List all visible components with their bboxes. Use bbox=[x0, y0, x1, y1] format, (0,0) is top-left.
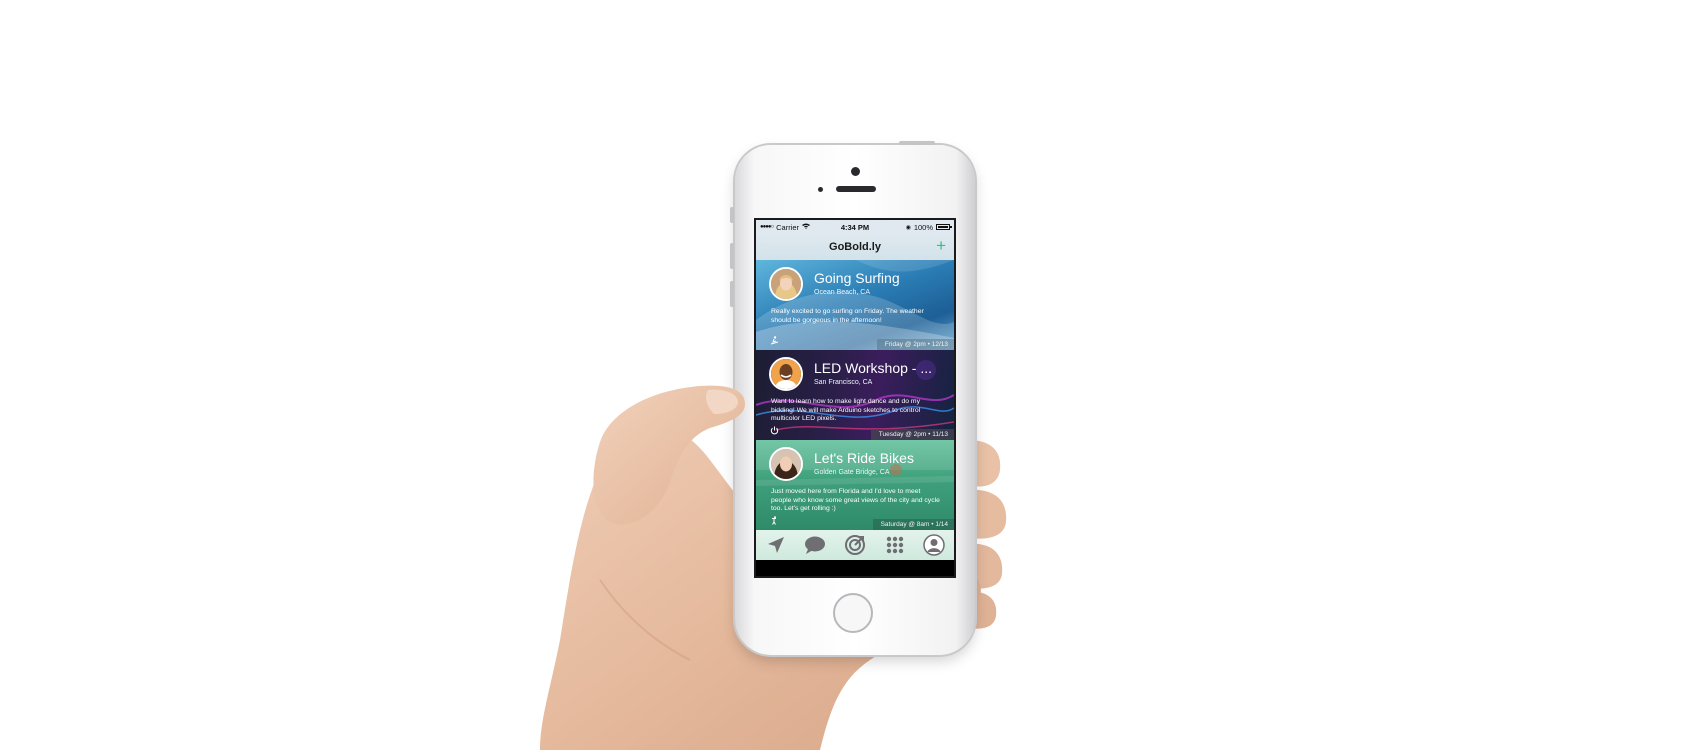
avatar[interactable] bbox=[769, 357, 803, 391]
hand-thumb bbox=[590, 382, 770, 532]
event-title: Let's Ride Bikes bbox=[814, 450, 914, 466]
front-camera bbox=[851, 167, 860, 176]
tab-messages[interactable] bbox=[803, 533, 827, 557]
smartphone: ●●●●○ Carrier 4:34 PM ◉ 100% GoBold.ly + bbox=[730, 141, 975, 655]
phone-screen: ●●●●○ Carrier 4:34 PM ◉ 100% GoBold.ly + bbox=[754, 218, 956, 578]
tab-nearby[interactable] bbox=[764, 533, 788, 557]
carrier-name: Carrier bbox=[776, 222, 800, 232]
surfer-icon bbox=[770, 336, 779, 347]
volume-up-button[interactable] bbox=[730, 243, 734, 269]
navigation-bar: GoBold.ly + bbox=[756, 234, 954, 260]
add-event-button[interactable]: + bbox=[936, 236, 946, 256]
event-card-ride-bikes[interactable]: Let's Ride Bikes Golden Gate Bridge, CA … bbox=[756, 440, 954, 530]
event-feed[interactable]: Going Surfing Ocean Beach, CA Really exc… bbox=[756, 260, 954, 530]
event-card-going-surfing[interactable]: Going Surfing Ocean Beach, CA Really exc… bbox=[756, 260, 954, 350]
app-title: GoBold.ly bbox=[829, 241, 881, 253]
power-icon bbox=[770, 426, 779, 437]
profile-icon bbox=[923, 534, 945, 556]
grid-icon bbox=[886, 536, 903, 554]
event-location: Golden Gate Bridge, CA bbox=[814, 469, 890, 476]
location-arrow-icon bbox=[767, 537, 784, 553]
event-description: Really excited to go surfing on Friday. … bbox=[771, 308, 924, 324]
event-datetime: Tuesday @ 2pm • 11/13 bbox=[870, 429, 954, 440]
radar-icon bbox=[844, 535, 865, 555]
wifi-icon bbox=[802, 223, 811, 231]
scene: ●●●●○ Carrier 4:34 PM ◉ 100% GoBold.ly + bbox=[0, 0, 1701, 750]
tab-profile[interactable] bbox=[922, 533, 946, 557]
avatar[interactable] bbox=[769, 447, 803, 481]
earpiece-speaker bbox=[836, 186, 876, 192]
volume-down-button[interactable] bbox=[730, 281, 734, 307]
mute-switch[interactable] bbox=[730, 207, 734, 223]
event-location: Ocean Beach, CA bbox=[814, 289, 871, 296]
event-card-led-workshop[interactable]: LED Workshop - ... San Francisco, CA Wan… bbox=[756, 350, 954, 440]
tab-bar bbox=[756, 530, 954, 560]
signal-strength: ●●●●○ bbox=[760, 224, 774, 230]
status-bar: ●●●●○ Carrier 4:34 PM ◉ 100% bbox=[756, 220, 954, 234]
tab-discover[interactable] bbox=[843, 533, 867, 557]
proximity-sensor bbox=[818, 187, 823, 192]
orientation-lock-icon: ◉ bbox=[905, 224, 911, 231]
home-button[interactable] bbox=[833, 593, 873, 633]
event-description: Just moved here from Florida and I'd lov… bbox=[771, 488, 940, 512]
event-title: Going Surfing bbox=[814, 270, 900, 286]
avatar[interactable] bbox=[769, 267, 803, 301]
screen-bottom-bezel bbox=[756, 560, 954, 576]
battery-icon bbox=[936, 224, 952, 230]
event-description: Want to learn how to make light dance an… bbox=[771, 398, 921, 422]
sleep-wake-button[interactable] bbox=[899, 141, 935, 145]
tab-categories[interactable] bbox=[883, 533, 907, 557]
cyclist-icon bbox=[770, 516, 779, 527]
event-datetime: Saturday @ 8am • 1/14 bbox=[872, 519, 954, 530]
event-location: San Francisco, CA bbox=[814, 379, 873, 386]
event-datetime: Friday @ 2pm • 12/13 bbox=[876, 339, 954, 350]
battery-percent: 100% bbox=[913, 222, 933, 232]
event-title: LED Workshop - ... bbox=[814, 360, 933, 376]
chat-bubble-icon bbox=[805, 536, 826, 554]
